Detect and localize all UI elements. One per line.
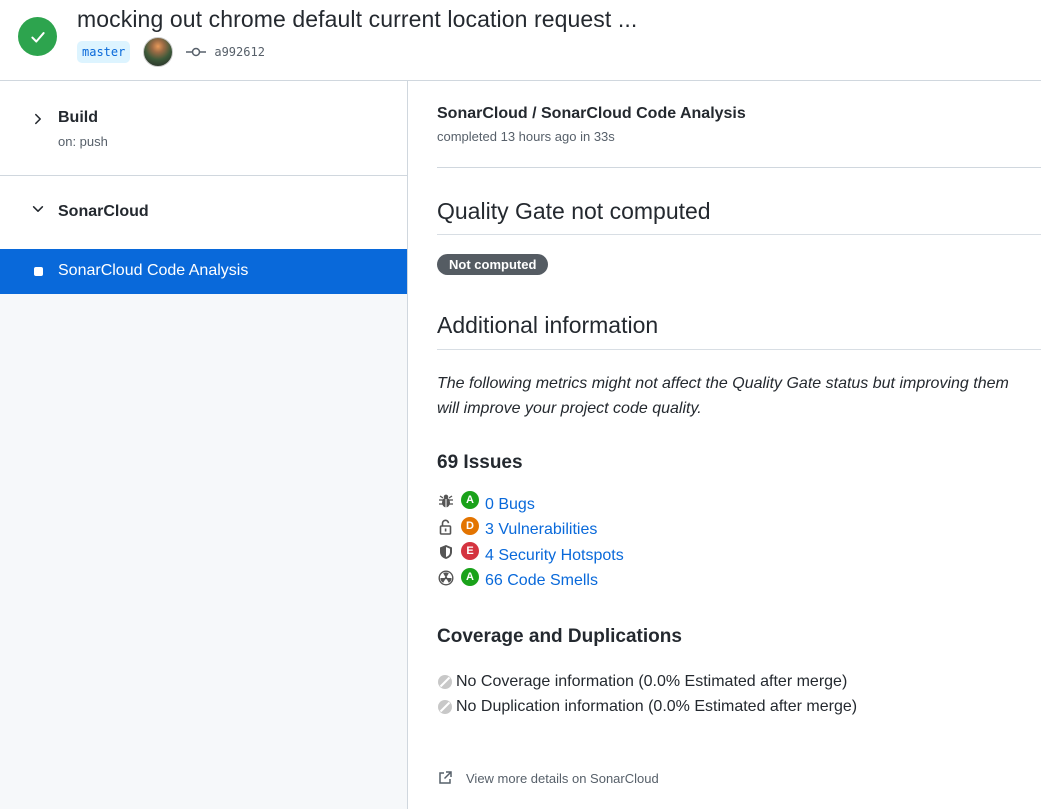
- run-title: mocking out chrome default current locat…: [77, 6, 638, 32]
- code-smells-link[interactable]: 66 Code Smells: [485, 572, 598, 590]
- additional-info-heading: Additional information: [437, 312, 659, 338]
- job-status-icon: [34, 267, 43, 276]
- chevron-down-icon: [31, 202, 45, 221]
- quality-gate-badge: Not computed: [437, 254, 549, 275]
- shield-icon: [437, 543, 455, 561]
- check-status: completed 13 hours ago in 33s: [437, 129, 615, 144]
- security-hotspots-link[interactable]: 4 Security Hotspots: [485, 547, 624, 565]
- rating-badge: D: [461, 516, 479, 535]
- not-available-icon: [437, 699, 453, 715]
- view-more-label: View more details on SonarCloud: [466, 770, 659, 786]
- run-meta: master a992612: [77, 37, 265, 67]
- rating-badge: A: [461, 491, 479, 510]
- divider: [437, 167, 1041, 168]
- workflow-build[interactable]: Build on: push: [0, 81, 407, 176]
- vulnerabilities-link[interactable]: 3 Vulnerabilities: [485, 521, 597, 539]
- issue-bugs: A 0 Bugs: [437, 491, 624, 518]
- run-header: mocking out chrome default current locat…: [0, 0, 1041, 81]
- divider: [437, 349, 1041, 350]
- metrics-note: The following metrics might not affect t…: [437, 375, 1009, 417]
- radiation-icon: [437, 569, 455, 587]
- bug-icon: [437, 492, 455, 510]
- divider: [437, 234, 1041, 235]
- quality-gate-heading: Quality Gate not computed: [437, 198, 711, 224]
- coverage-heading: Coverage and Duplications: [437, 626, 682, 647]
- workflow-sonarcloud[interactable]: SonarCloud: [0, 176, 407, 249]
- rating-badge: E: [461, 542, 479, 561]
- duplication-info: No Duplication information (0.0% Estimat…: [437, 694, 857, 719]
- issues-list: A 0 Bugs D 3 Vulnerabilities E 4 Securit…: [437, 491, 624, 595]
- view-more-link[interactable]: View more details on SonarCloud: [437, 769, 659, 787]
- coverage-list: No Coverage information (0.0% Estimated …: [437, 669, 857, 719]
- coverage-text: No Coverage information (0.0% Estimated …: [456, 672, 848, 690]
- not-available-icon: [437, 674, 453, 690]
- job-label: SonarCloud Code Analysis: [58, 262, 249, 279]
- branch-label[interactable]: master: [77, 41, 131, 63]
- success-status-icon: [18, 17, 57, 56]
- workflow-name: Build: [58, 109, 98, 126]
- chevron-right-icon: [31, 112, 45, 131]
- issue-code-smells: A 66 Code Smells: [437, 567, 624, 595]
- bugs-link[interactable]: 0 Bugs: [485, 496, 535, 514]
- check-title: SonarCloud / SonarCloud Code Analysis: [437, 105, 746, 122]
- workflow-trigger: on: push: [58, 134, 108, 149]
- workflow-name: SonarCloud: [58, 203, 149, 220]
- unlocked-icon: [437, 518, 455, 536]
- issue-security-hotspots: E 4 Security Hotspots: [437, 542, 624, 569]
- commit-sha[interactable]: a992612: [214, 45, 265, 59]
- git-commit-icon: [186, 46, 207, 58]
- external-link-icon: [437, 769, 455, 787]
- issues-heading: 69 Issues: [437, 452, 523, 473]
- workflow-sidebar: Build on: push SonarCloud SonarCloud Cod…: [0, 81, 408, 809]
- coverage-info: No Coverage information (0.0% Estimated …: [437, 669, 857, 694]
- job-sonarcloud-code-analysis[interactable]: SonarCloud Code Analysis: [0, 249, 407, 294]
- duplication-text: No Duplication information (0.0% Estimat…: [456, 697, 858, 715]
- issue-vulnerabilities: D 3 Vulnerabilities: [437, 516, 624, 544]
- avatar[interactable]: [143, 37, 174, 67]
- rating-badge: A: [461, 567, 479, 586]
